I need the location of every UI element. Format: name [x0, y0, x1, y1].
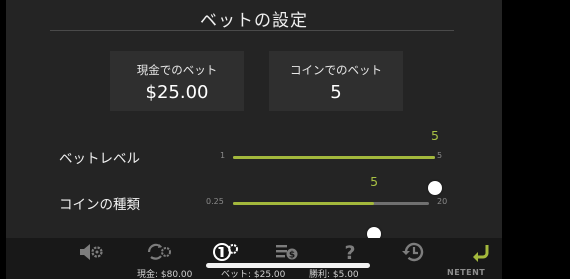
bet-level-track[interactable]: [233, 156, 442, 195]
status-bet: ベット: $25.00: [221, 270, 286, 279]
svg-text:$: $: [289, 251, 295, 261]
cash-bet-card: 現金でのベット $25.00: [110, 51, 244, 111]
bet-level-value: 5: [431, 128, 439, 143]
netent-logo: NETENT: [447, 268, 486, 277]
coin-bet-value: 5: [330, 82, 342, 103]
bet-settings-panel: ベットの設定 現金でのベット $25.00 コインでのベット 5 ベットレベル …: [6, 0, 502, 279]
cash-bet-label: 現金でのベット: [136, 63, 218, 77]
bet-level-fill: [233, 156, 435, 159]
bet-level-max: 5: [437, 151, 443, 160]
cash-bet-value: $25.00: [145, 82, 209, 103]
home-indicator[interactable]: [206, 263, 370, 268]
title-divider: [50, 30, 454, 31]
status-win: 勝利: $5.00: [309, 270, 359, 279]
coin-value-value: 5: [370, 174, 379, 189]
back-icon[interactable]: [467, 240, 497, 264]
status-cash: 現金: $80.00: [137, 270, 193, 279]
bet-level-min: 1: [220, 151, 226, 160]
coin-value-max: 20: [437, 197, 448, 206]
coin-value-fill: [233, 202, 375, 205]
paytable-icon[interactable]: $: [272, 240, 302, 264]
sound-settings-icon[interactable]: [76, 240, 106, 264]
coin-value-label: コインの種類: [59, 197, 140, 213]
svg-text:?: ?: [344, 242, 355, 263]
coin-value-slider[interactable]: 0.25 5 20: [206, 171, 452, 241]
coin-value-min: 0.25: [206, 197, 224, 206]
coin-bet-label: コインでのベット: [290, 63, 382, 77]
history-icon[interactable]: [398, 240, 428, 264]
coin-value-track[interactable]: [233, 202, 429, 241]
coin-bet-card: コインでのベット 5: [269, 51, 403, 111]
bet-settings-icon[interactable]: [210, 240, 240, 264]
help-icon[interactable]: ?: [335, 240, 365, 264]
dialog-title: ベットの設定: [200, 11, 308, 31]
autoplay-settings-icon[interactable]: [144, 240, 174, 264]
bet-level-slider[interactable]: 1 5 5: [220, 125, 450, 195]
bet-level-label: ベットレベル: [59, 151, 140, 167]
